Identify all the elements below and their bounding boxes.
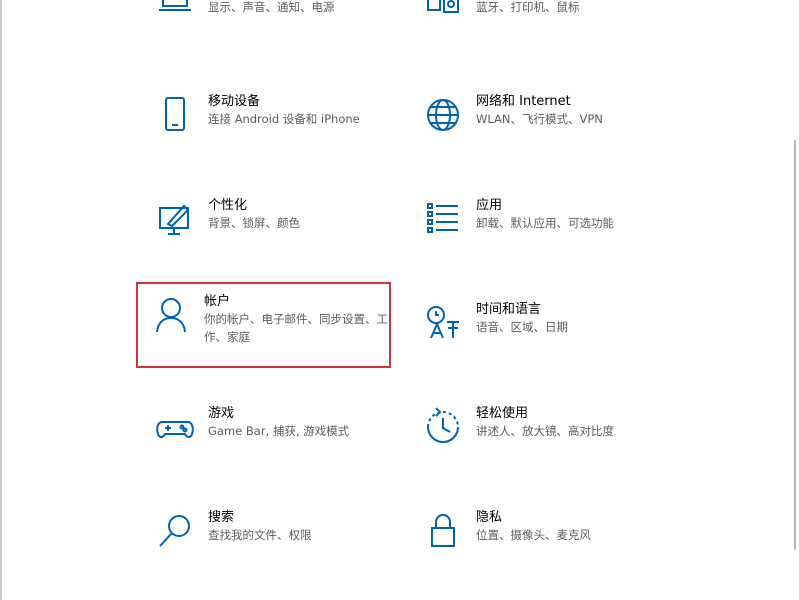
tile-title: 搜索 [208, 510, 235, 525]
tile-desc: Game Bar, 捕获, 游戏模式 [208, 424, 350, 438]
person-icon [150, 294, 192, 336]
tile-title: 隐私 [476, 510, 503, 525]
time-language-icon [422, 302, 464, 344]
tile-desc: 显示、声音、通知、电源 [208, 0, 335, 14]
tile-gaming[interactable]: 游戏 Game Bar, 捕获, 游戏模式 [140, 394, 395, 480]
tile-mobile-devices[interactable]: 移动设备 连接 Android 设备和 iPhone [140, 82, 395, 168]
tile-desc: 背景、锁屏、颜色 [208, 216, 300, 230]
tile-title: 移动设备 [208, 94, 261, 109]
tile-devices[interactable]: 蓝牙、打印机、鼠标 [408, 0, 663, 56]
window-border-left [0, 0, 2, 600]
tile-title: 帐户 [204, 294, 231, 309]
tile-desc: 讲述人、放大镜、高对比度 [476, 424, 614, 438]
tile-desc: 蓝牙、打印机、鼠标 [476, 0, 580, 14]
gamepad-icon [154, 406, 196, 448]
apps-list-icon [422, 198, 464, 240]
tile-desc: 连接 Android 设备和 iPhone [208, 112, 360, 126]
phone-icon [154, 94, 196, 136]
lock-icon [422, 510, 464, 552]
tile-title: 时间和语言 [476, 302, 542, 317]
tile-title: 个性化 [208, 198, 248, 213]
personalization-icon [154, 198, 196, 240]
tile-ease-of-access[interactable]: 轻松使用 讲述人、放大镜、高对比度 [408, 394, 663, 480]
accessibility-icon [422, 406, 464, 448]
laptop-icon [154, 0, 196, 24]
scrollbar-thumb[interactable] [794, 140, 796, 550]
tile-title: 网络和 Internet [476, 94, 571, 109]
search-icon [154, 510, 196, 552]
tile-accounts[interactable]: 帐户 你的帐户、电子邮件、同步设置、工作、家庭 [136, 282, 391, 368]
tile-desc: WLAN、飞行模式、VPN [476, 112, 603, 126]
scrollbar[interactable] [792, 0, 798, 600]
tile-desc: 位置、摄像头、麦克风 [476, 528, 591, 542]
tile-desc: 你的帐户、电子邮件、同步设置、工作、家庭 [204, 312, 388, 344]
tile-apps[interactable]: 应用 卸载、默认应用、可选功能 [408, 186, 663, 272]
tile-desc: 语音、区域、日期 [476, 320, 568, 334]
tile-desc: 查找我的文件、权限 [208, 528, 312, 542]
devices-icon [422, 0, 464, 24]
tile-system[interactable]: 显示、声音、通知、电源 [140, 0, 395, 56]
tile-personalization[interactable]: 个性化 背景、锁屏、颜色 [140, 186, 395, 272]
globe-icon [422, 94, 464, 136]
tile-search[interactable]: 搜索 查找我的文件、权限 [140, 498, 395, 584]
tile-desc: 卸载、默认应用、可选功能 [476, 216, 614, 230]
tile-privacy[interactable]: 隐私 位置、摄像头、麦克风 [408, 498, 663, 584]
tile-title: 轻松使用 [476, 406, 529, 421]
tile-network[interactable]: 网络和 Internet WLAN、飞行模式、VPN [408, 82, 663, 168]
tile-time-language[interactable]: 时间和语言 语音、区域、日期 [408, 290, 663, 376]
tile-title: 应用 [476, 198, 503, 213]
tile-title: 游戏 [208, 406, 235, 421]
